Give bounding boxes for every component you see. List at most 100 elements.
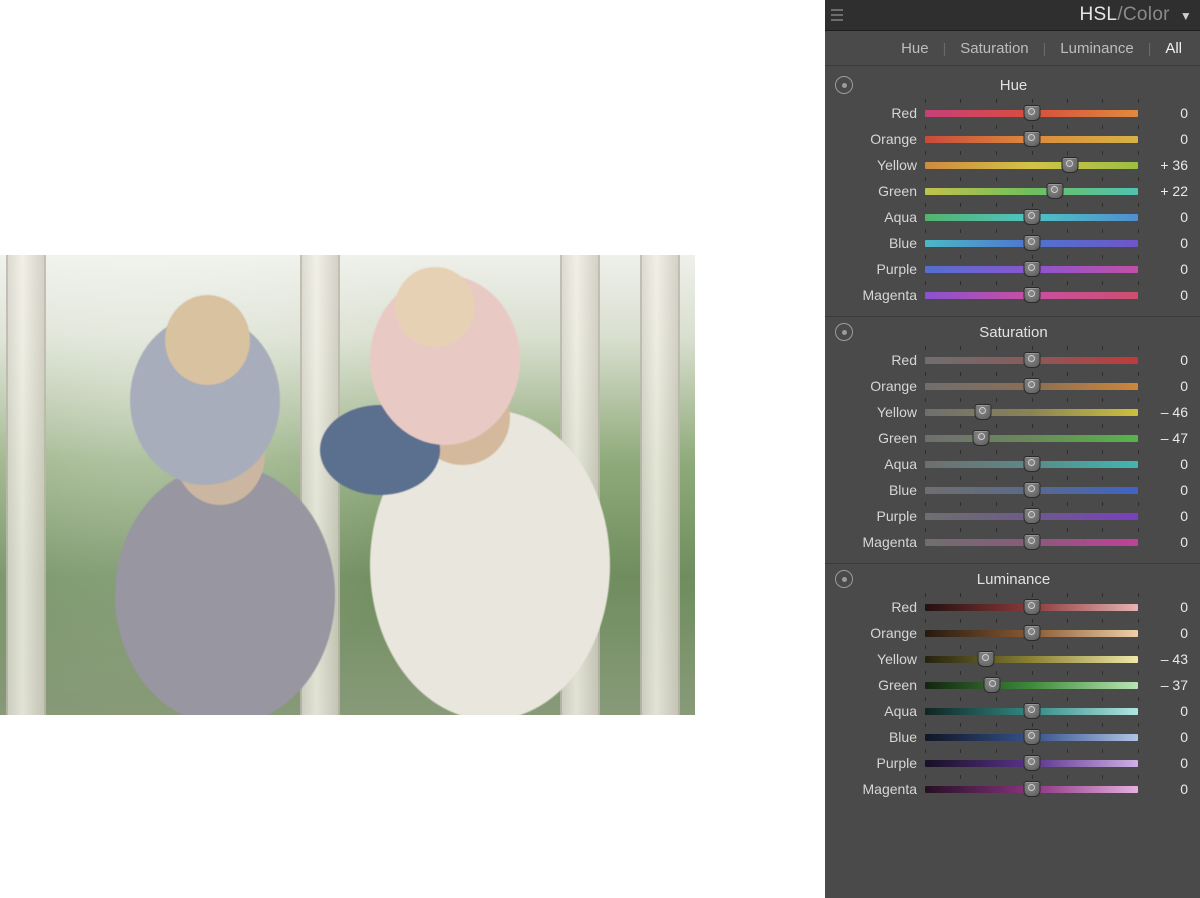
slider-thumb[interactable] bbox=[1023, 209, 1040, 225]
slider-value[interactable]: 0 bbox=[1138, 378, 1188, 394]
slider-value[interactable]: 0 bbox=[1138, 482, 1188, 498]
slider-thumb[interactable] bbox=[973, 430, 990, 446]
section-title: Luminance bbox=[839, 571, 1188, 588]
slider-thumb[interactable] bbox=[1023, 482, 1040, 498]
slider-label: Green bbox=[835, 183, 925, 199]
slider-saturation-purple[interactable] bbox=[925, 507, 1138, 525]
slider-thumb[interactable] bbox=[1023, 625, 1040, 641]
slider-value[interactable]: 0 bbox=[1138, 729, 1188, 745]
slider-label: Magenta bbox=[835, 287, 925, 303]
section-hue: HueRed0Orange0Yellow+ 36Green+ 22Aqua0Bl… bbox=[825, 70, 1200, 317]
slider-saturation-green[interactable] bbox=[925, 429, 1138, 447]
slider-value[interactable]: + 22 bbox=[1138, 183, 1188, 199]
collapse-triangle-icon[interactable]: ▼ bbox=[1180, 9, 1192, 23]
slider-value[interactable]: 0 bbox=[1138, 287, 1188, 303]
slider-luminance-magenta[interactable] bbox=[925, 780, 1138, 798]
panel-header[interactable]: HSL / Color ▼ bbox=[825, 0, 1200, 31]
slider-value[interactable]: 0 bbox=[1138, 105, 1188, 121]
slider-luminance-orange[interactable] bbox=[925, 624, 1138, 642]
slider-value[interactable]: 0 bbox=[1138, 599, 1188, 615]
slider-hue-magenta[interactable] bbox=[925, 286, 1138, 304]
slider-value[interactable]: 0 bbox=[1138, 456, 1188, 472]
slider-row-hue-green: Green + 22 bbox=[835, 178, 1188, 204]
slider-luminance-green[interactable] bbox=[925, 676, 1138, 694]
slider-thumb[interactable] bbox=[1023, 261, 1040, 277]
hsl-color-panel: HSL / Color ▼ Hue|Saturation|Luminance|A… bbox=[825, 0, 1200, 898]
section-title: Saturation bbox=[839, 324, 1188, 341]
slider-saturation-blue[interactable] bbox=[925, 481, 1138, 499]
slider-thumb[interactable] bbox=[1023, 508, 1040, 524]
slider-thumb[interactable] bbox=[1023, 378, 1040, 394]
section-saturation: SaturationRed0Orange0Yellow– 46Green– 47… bbox=[825, 317, 1200, 564]
slider-hue-yellow[interactable] bbox=[925, 156, 1138, 174]
slider-saturation-yellow[interactable] bbox=[925, 403, 1138, 421]
slider-label: Blue bbox=[835, 482, 925, 498]
tab-hue[interactable]: Hue bbox=[897, 40, 933, 57]
slider-luminance-blue[interactable] bbox=[925, 728, 1138, 746]
slider-row-hue-orange: Orange 0 bbox=[835, 126, 1188, 152]
slider-luminance-yellow[interactable] bbox=[925, 650, 1138, 668]
slider-label: Orange bbox=[835, 378, 925, 394]
slider-thumb[interactable] bbox=[1023, 131, 1040, 147]
tab-saturation[interactable]: Saturation bbox=[956, 40, 1032, 57]
slider-hue-purple[interactable] bbox=[925, 260, 1138, 278]
slider-value[interactable]: 0 bbox=[1138, 261, 1188, 277]
slider-saturation-magenta[interactable] bbox=[925, 533, 1138, 551]
slider-thumb[interactable] bbox=[1023, 755, 1040, 771]
slider-row-hue-magenta: Magenta 0 bbox=[835, 282, 1188, 308]
slider-label: Red bbox=[835, 599, 925, 615]
slider-hue-orange[interactable] bbox=[925, 130, 1138, 148]
slider-row-luminance-green: Green– 37 bbox=[835, 672, 1188, 698]
slider-thumb[interactable] bbox=[1023, 599, 1040, 615]
slider-value[interactable]: 0 bbox=[1138, 235, 1188, 251]
slider-thumb[interactable] bbox=[974, 404, 991, 420]
slider-value[interactable]: – 46 bbox=[1138, 404, 1188, 420]
slider-label: Red bbox=[835, 105, 925, 121]
slider-value[interactable]: 0 bbox=[1138, 209, 1188, 225]
slider-value[interactable]: 0 bbox=[1138, 781, 1188, 797]
slider-row-luminance-purple: Purple0 bbox=[835, 750, 1188, 776]
slider-luminance-purple[interactable] bbox=[925, 754, 1138, 772]
slider-row-saturation-magenta: Magenta 0 bbox=[835, 529, 1188, 555]
slider-value[interactable]: – 47 bbox=[1138, 430, 1188, 446]
slider-label: Yellow bbox=[835, 157, 925, 173]
slider-value[interactable]: 0 bbox=[1138, 131, 1188, 147]
slider-thumb[interactable] bbox=[1023, 729, 1040, 745]
slider-value[interactable]: 0 bbox=[1138, 534, 1188, 550]
slider-value[interactable]: 0 bbox=[1138, 703, 1188, 719]
slider-hue-green[interactable] bbox=[925, 182, 1138, 200]
slider-thumb[interactable] bbox=[1023, 456, 1040, 472]
slider-saturation-orange[interactable] bbox=[925, 377, 1138, 395]
slider-thumb[interactable] bbox=[984, 677, 1001, 693]
slider-thumb[interactable] bbox=[1023, 781, 1040, 797]
slider-saturation-red[interactable] bbox=[925, 351, 1138, 369]
slider-value[interactable]: – 37 bbox=[1138, 677, 1188, 693]
slider-saturation-aqua[interactable] bbox=[925, 455, 1138, 473]
slider-label: Magenta bbox=[835, 534, 925, 550]
slider-value[interactable]: 0 bbox=[1138, 755, 1188, 771]
slider-thumb[interactable] bbox=[1061, 157, 1078, 173]
slider-thumb[interactable] bbox=[1023, 287, 1040, 303]
slider-label: Orange bbox=[835, 131, 925, 147]
slider-thumb[interactable] bbox=[1023, 235, 1040, 251]
slider-hue-blue[interactable] bbox=[925, 234, 1138, 252]
slider-value[interactable]: 0 bbox=[1138, 625, 1188, 641]
slider-value[interactable]: + 36 bbox=[1138, 157, 1188, 173]
slider-thumb[interactable] bbox=[1046, 183, 1063, 199]
tab-all[interactable]: All bbox=[1161, 40, 1186, 57]
slider-thumb[interactable] bbox=[977, 651, 994, 667]
slider-thumb[interactable] bbox=[1023, 352, 1040, 368]
slider-hue-aqua[interactable] bbox=[925, 208, 1138, 226]
slider-thumb[interactable] bbox=[1023, 534, 1040, 550]
slider-thumb[interactable] bbox=[1023, 703, 1040, 719]
slider-value[interactable]: 0 bbox=[1138, 508, 1188, 524]
tab-luminance[interactable]: Luminance bbox=[1056, 40, 1137, 57]
slider-value[interactable]: 0 bbox=[1138, 352, 1188, 368]
panel-grip-icon bbox=[831, 9, 843, 21]
slider-hue-red[interactable] bbox=[925, 104, 1138, 122]
slider-luminance-aqua[interactable] bbox=[925, 702, 1138, 720]
slider-luminance-red[interactable] bbox=[925, 598, 1138, 616]
slider-thumb[interactable] bbox=[1023, 105, 1040, 121]
slider-value[interactable]: – 43 bbox=[1138, 651, 1188, 667]
panel-title: HSL / Color ▼ bbox=[1079, 4, 1192, 26]
